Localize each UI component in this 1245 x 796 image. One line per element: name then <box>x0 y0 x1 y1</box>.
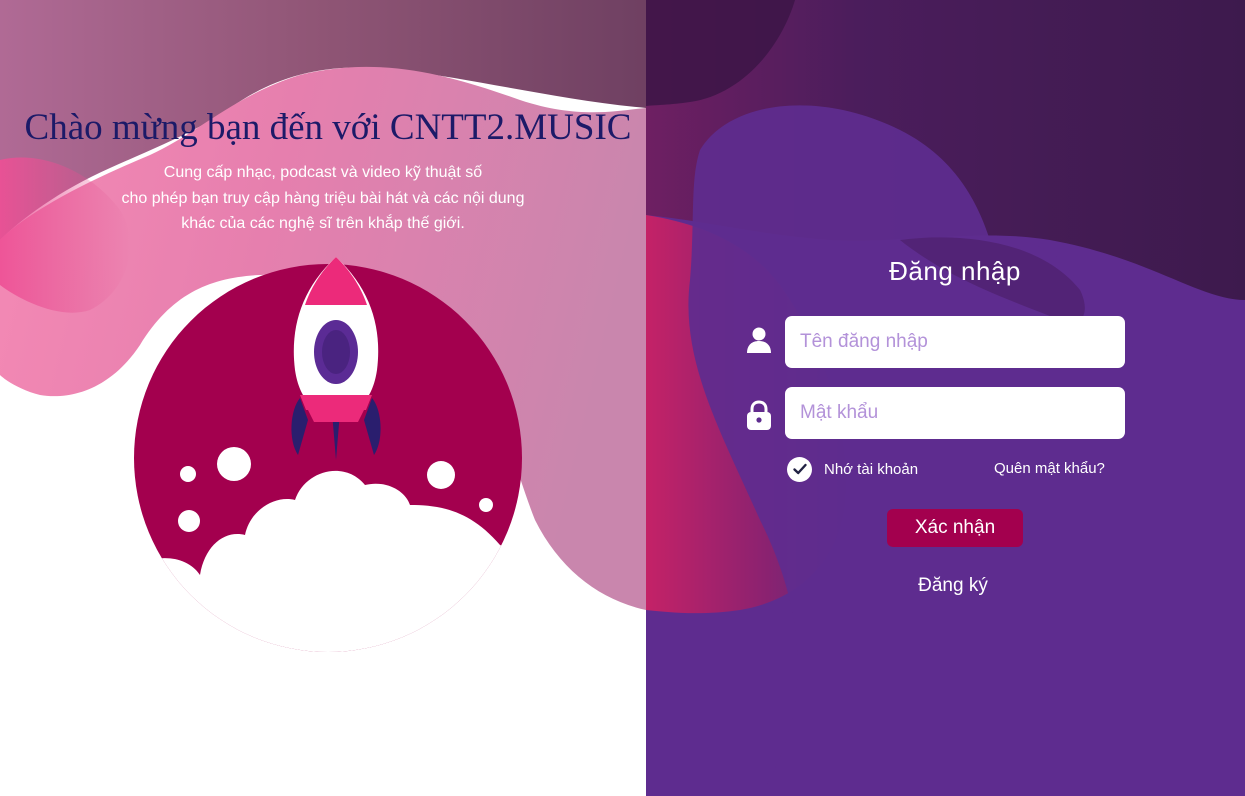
remember-checkbox[interactable]: Nhớ tài khoản <box>787 456 918 482</box>
remember-label: Nhớ tài khoản <box>824 460 919 478</box>
checkmark-icon <box>787 456 812 482</box>
register-link[interactable]: Đăng ký <box>853 575 1053 597</box>
welcome-title: Chào mừng bạn đến với CNTT2.MUSIC <box>24 107 632 148</box>
welcome-description-line: Cung cấp nhạc, podcast và video kỹ thuật… <box>163 164 483 181</box>
submit-button[interactable]: Xác nhận <box>887 509 1023 547</box>
user-icon <box>746 325 772 357</box>
lock-icon <box>746 400 772 432</box>
rocket-illustration <box>134 257 522 652</box>
welcome-description-line: cho phép bạn truy cập hàng triệu bài hát… <box>121 189 525 207</box>
welcome-description-line: khác của các nghệ sĩ trên khắp thế giới. <box>181 215 465 232</box>
username-input[interactable] <box>785 316 1125 368</box>
password-input[interactable] <box>785 387 1125 439</box>
login-title: Đăng nhập <box>889 256 1021 286</box>
welcome-description: Cung cấp nhạc, podcast và video kỹ thuật… <box>40 160 606 237</box>
forgot-password-link[interactable]: Quên mật khẩu? <box>994 460 1105 477</box>
